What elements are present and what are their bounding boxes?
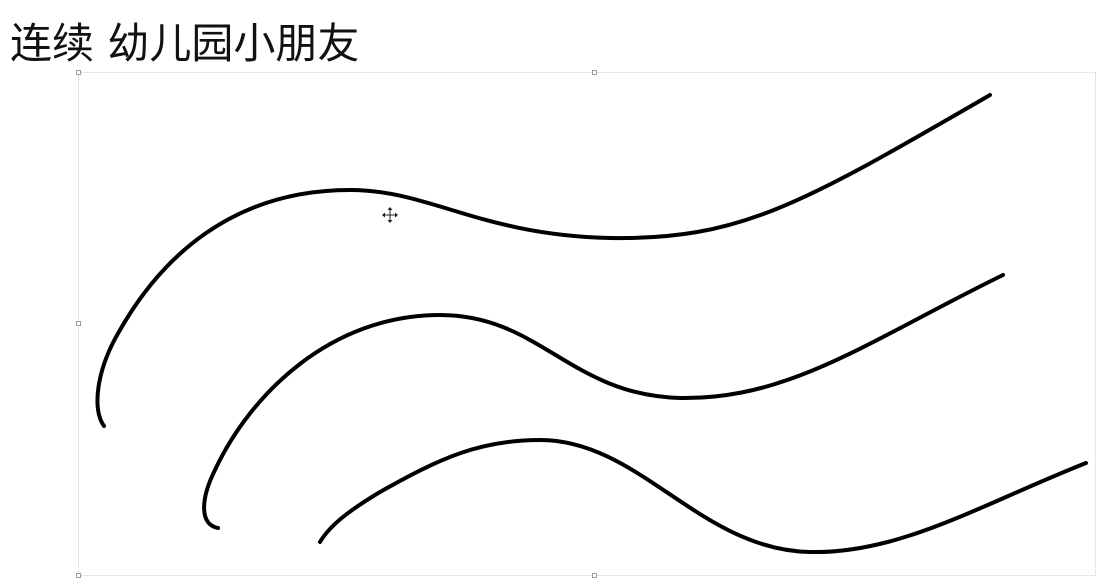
ink-curve-middle[interactable] <box>202 273 1005 530</box>
ink-curve-bottom[interactable] <box>318 438 1088 555</box>
move-cursor-icon <box>382 207 398 223</box>
drawing-canvas[interactable] <box>0 0 1100 580</box>
ink-curve-top[interactable] <box>95 93 992 428</box>
